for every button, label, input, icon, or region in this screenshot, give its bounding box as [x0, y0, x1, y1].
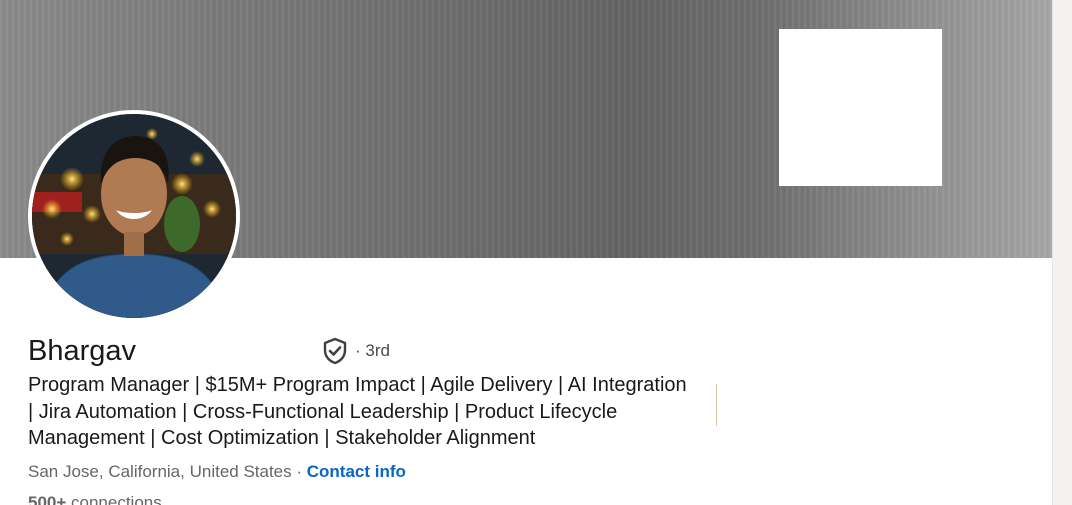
location-separator: · — [291, 462, 307, 481]
contact-info-link[interactable]: Contact info — [307, 462, 406, 481]
connections-line[interactable]: 500+ connections — [28, 492, 162, 505]
profile-headline: Program Manager | $15M+ Program Impact |… — [28, 374, 687, 449]
page-background-edge — [1052, 0, 1072, 505]
connection-degree: · 3rd — [355, 341, 390, 360]
banner-overlay-image — [779, 29, 942, 186]
profile-card: Bhargav · 3rd Program Manager | $15M+ Pr… — [0, 0, 1052, 505]
profile-avatar[interactable] — [28, 110, 240, 322]
profile-location: San Jose, California, United States — [28, 462, 292, 481]
connections-count: 500+ — [28, 493, 67, 505]
location-line: San Jose, California, United States · Co… — [28, 460, 406, 484]
avatar-photo — [32, 114, 236, 318]
text-cursor-mark — [716, 384, 717, 426]
connections-label: connections — [66, 493, 162, 505]
verified-shield-icon[interactable] — [321, 337, 349, 365]
profile-name: Bhargav — [28, 335, 137, 367]
